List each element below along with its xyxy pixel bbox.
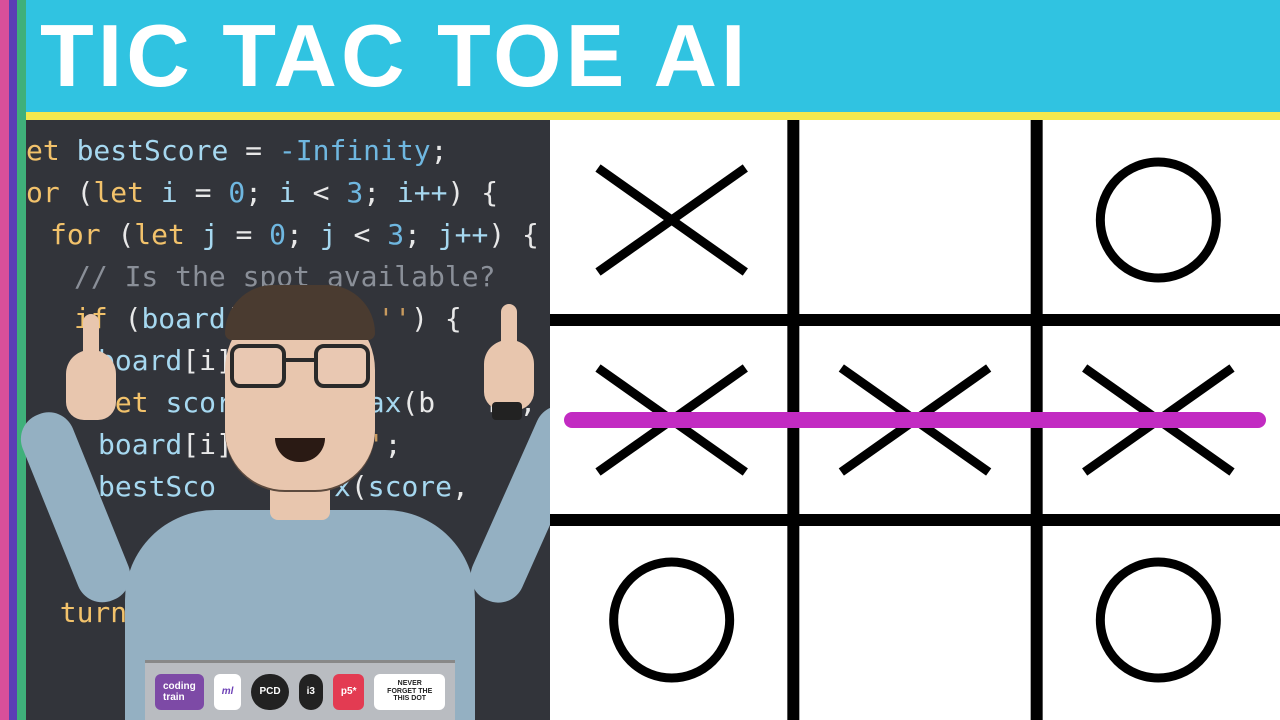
- pointing-finger-right: [501, 304, 517, 350]
- watch-icon: [492, 402, 522, 420]
- presenter-hand-left: [66, 350, 116, 420]
- sticker-ml: ml: [214, 674, 242, 710]
- board-svg: [550, 120, 1280, 720]
- sticker-this-dot: NEVER FORGET THE THIS DOT: [374, 674, 445, 710]
- tic-tac-toe-board: [550, 120, 1280, 720]
- presenter-hair: [225, 285, 375, 340]
- title-text: TIC TAC TOE AI: [40, 5, 749, 107]
- sticker-p5: p5*: [333, 674, 365, 710]
- left-accent-band: [0, 0, 26, 720]
- sticker-pcd: PCD: [251, 674, 288, 710]
- glasses-icon: [230, 344, 370, 388]
- title-underline: [26, 112, 1280, 120]
- laptop-lid: coding train ml PCD i3 p5* NEVER FORGET …: [145, 660, 455, 720]
- code-line: for (let j = 0; j < 3; j++) {: [26, 214, 550, 256]
- pointing-finger-left: [83, 314, 99, 360]
- title-banner: TIC TAC TOE AI: [26, 0, 1280, 112]
- presenter-figure: coding train ml PCD i3 p5* NEVER FORGET …: [90, 285, 510, 720]
- code-line: et bestScore = -Infinity;: [26, 130, 550, 172]
- presenter-hand-right: [484, 340, 534, 410]
- code-line: or (let i = 0; i < 3; i++) {: [26, 172, 550, 214]
- thumbnail: TIC TAC TOE AI et bestScore = -Infinity;…: [0, 0, 1280, 720]
- sticker-coding-train: coding train: [155, 674, 204, 710]
- sticker-i3: i3: [299, 674, 323, 710]
